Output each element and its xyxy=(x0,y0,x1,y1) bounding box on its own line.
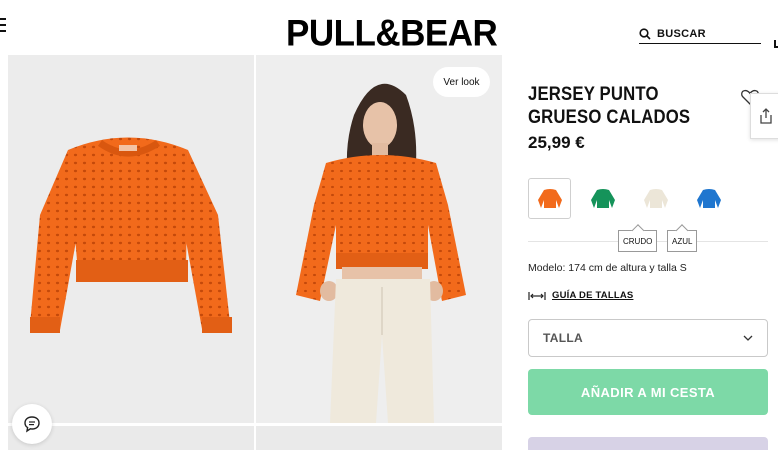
chat-button[interactable] xyxy=(12,404,52,444)
sweater-thumbnail-icon xyxy=(643,188,668,208)
chevron-down-icon xyxy=(743,335,753,341)
color-swatch-green[interactable] xyxy=(581,178,624,219)
chat-icon xyxy=(24,416,40,433)
model-illustration xyxy=(296,83,466,423)
sweater-thumbnail-icon xyxy=(590,188,615,208)
color-swatch-azul[interactable] xyxy=(687,178,730,219)
ruler-arrows-icon xyxy=(528,291,546,300)
share-icon xyxy=(760,108,772,124)
sweater-thumbnail-icon xyxy=(537,188,562,208)
product-image-model[interactable] xyxy=(256,55,502,423)
header-edge-icon xyxy=(774,40,778,48)
size-select-label: TALLA xyxy=(543,331,583,345)
color-swatch-orange[interactable] xyxy=(528,178,571,219)
color-swatches xyxy=(528,178,730,219)
search-box[interactable]: BUSCAR xyxy=(639,24,761,44)
model-info: Modelo: 174 cm de altura y talla S xyxy=(528,262,687,274)
search-icon xyxy=(639,27,651,40)
color-tooltip-crudo: CRUDO xyxy=(618,230,658,252)
product-title: JERSEY PUNTO GRUESO CALADOS xyxy=(528,84,691,128)
brand-logo[interactable]: PULL&BEAR xyxy=(286,13,498,55)
share-button[interactable] xyxy=(750,93,778,139)
product-image-flat[interactable] xyxy=(8,55,254,423)
hamburger-menu-icon[interactable] xyxy=(0,18,6,32)
sweater-flat-illustration xyxy=(30,137,232,333)
search-label: BUSCAR xyxy=(657,27,706,40)
color-swatch-crudo[interactable] xyxy=(634,178,677,219)
ver-look-button[interactable]: Ver look xyxy=(433,67,490,97)
size-guide-label: GUÍA DE TALLAS xyxy=(552,290,634,301)
sweater-thumbnail-icon xyxy=(696,188,721,208)
bottom-info-bar xyxy=(528,437,768,450)
color-tooltip-azul: AZUL xyxy=(667,230,698,252)
size-select[interactable]: TALLA xyxy=(528,319,768,357)
size-guide-link[interactable]: GUÍA DE TALLAS xyxy=(528,290,633,301)
product-image-row2-right[interactable] xyxy=(256,426,502,450)
add-to-cart-button[interactable]: AÑADIR A MI CESTA xyxy=(528,369,768,415)
product-price: 25,99 € xyxy=(528,133,585,152)
